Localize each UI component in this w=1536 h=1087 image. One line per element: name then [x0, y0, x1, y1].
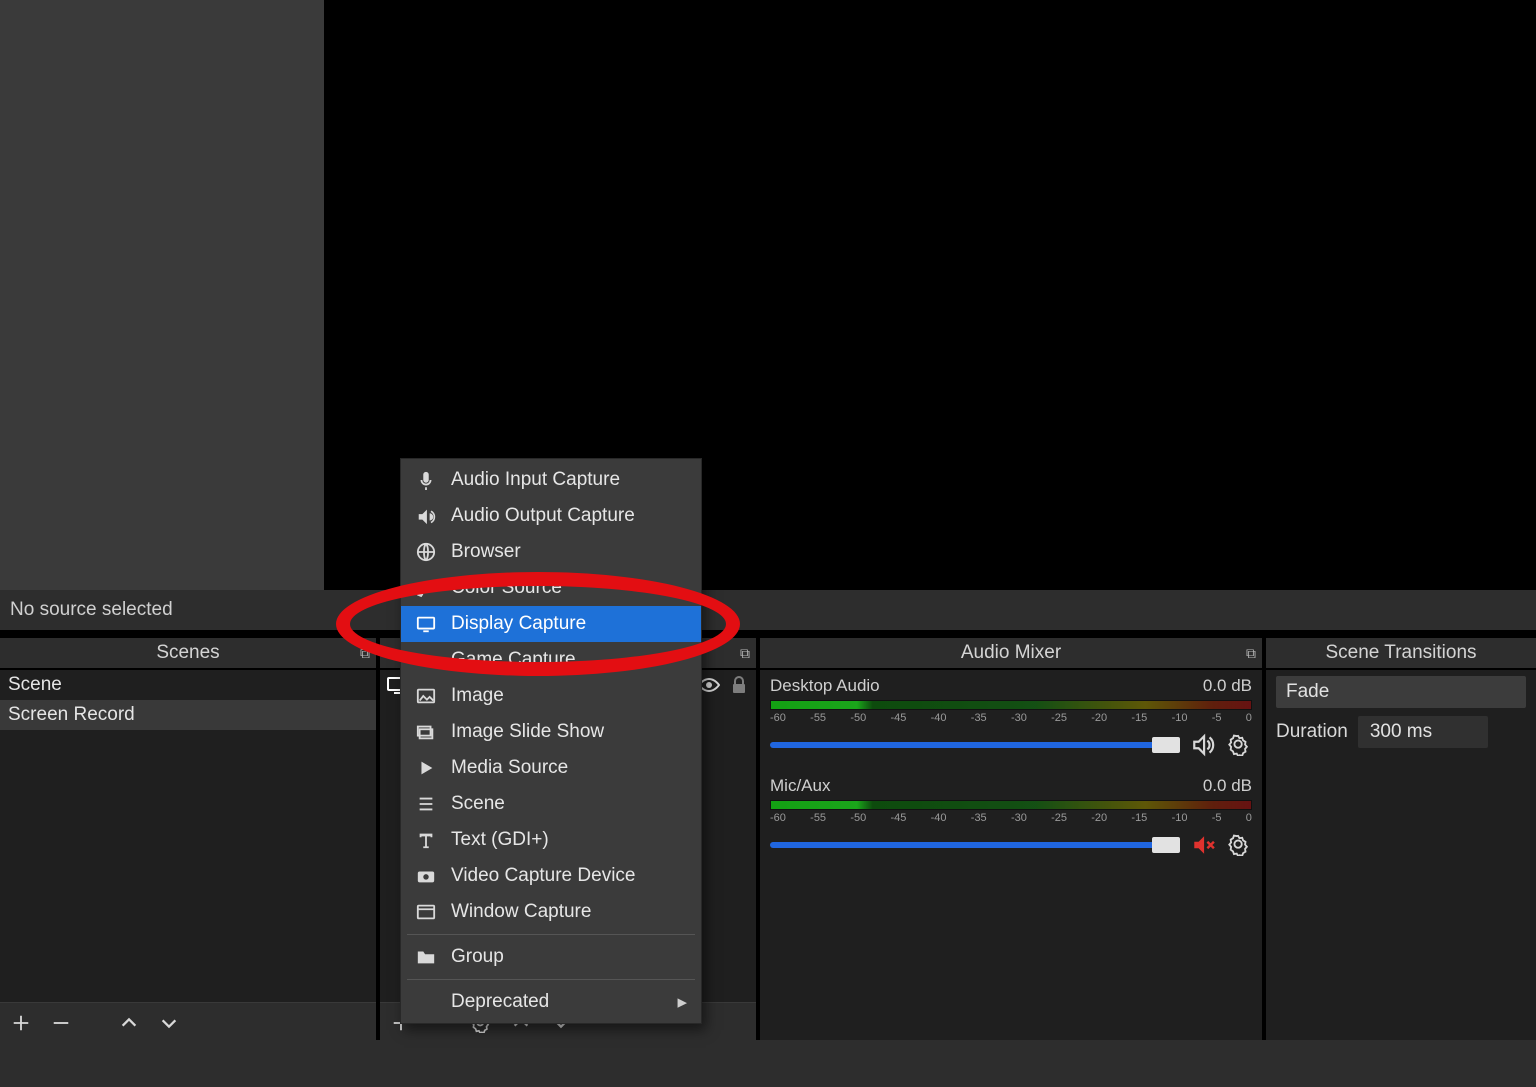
- menu-item-picture[interactable]: Image: [401, 678, 701, 714]
- monitor-icon: [415, 613, 437, 635]
- menu-item-label: Image Slide Show: [451, 721, 604, 743]
- scenes-panel: Scene Screen Record: [0, 670, 376, 1040]
- globe-icon: [415, 541, 437, 563]
- scene-transitions-panel-title: Scene Transitions: [1266, 638, 1536, 668]
- scenes-toolbar: [0, 1002, 376, 1042]
- scene-transitions-panel: Fade Duration 300 ms: [1266, 670, 1536, 1040]
- transition-select[interactable]: Fade: [1276, 676, 1526, 708]
- remove-scene-button[interactable]: [50, 1012, 72, 1034]
- popout-icon[interactable]: ⧉: [360, 645, 370, 662]
- camera-icon: [415, 865, 437, 887]
- move-scene-up-button[interactable]: [118, 1012, 140, 1034]
- menu-item-monitor[interactable]: Display Capture: [401, 606, 701, 642]
- list-icon: [415, 793, 437, 815]
- gear-icon[interactable]: [1226, 732, 1252, 758]
- mixer-channel-name: Desktop Audio: [770, 676, 880, 696]
- menu-item-speaker[interactable]: Audio Output Capture: [401, 498, 701, 534]
- menu-item-mic[interactable]: Audio Input Capture: [401, 462, 701, 498]
- menu-item-label: Media Source: [451, 757, 568, 779]
- menu-item-deprecated[interactable]: Deprecated ▸: [401, 984, 701, 1020]
- popout-icon[interactable]: ⧉: [1246, 645, 1256, 662]
- brush-icon: [415, 577, 437, 599]
- menu-item-brush[interactable]: Color Source: [401, 570, 701, 606]
- transition-duration-label: Duration: [1276, 721, 1348, 743]
- submenu-arrow-icon: ▸: [677, 991, 687, 1014]
- mixer-channel-level: 0.0 dB: [1203, 776, 1252, 796]
- mixer-meter: [770, 700, 1252, 710]
- mixer-ticks: -60-55-50-45-40-35-30-25-20-15-10-50: [770, 812, 1252, 824]
- preview-padding: [0, 0, 324, 590]
- mixer-channel-desktop: Desktop Audio 0.0 dB -60-55-50-45-40-35-…: [770, 676, 1252, 758]
- mute-icon[interactable]: [1190, 832, 1216, 858]
- add-scene-button[interactable]: [10, 1012, 32, 1034]
- status-bar: [0, 1040, 1536, 1087]
- mic-icon: [415, 469, 437, 491]
- menu-item-label: Display Capture: [451, 613, 586, 635]
- mixer-ticks: -60-55-50-45-40-35-30-25-20-15-10-50: [770, 712, 1252, 724]
- speaker-icon: [415, 505, 437, 527]
- menu-item-label: Browser: [451, 541, 521, 563]
- menu-item-label: Game Capture: [451, 649, 576, 671]
- menu-item-stack[interactable]: Image Slide Show: [401, 714, 701, 750]
- audio-mixer-panel-title: Audio Mixer ⧉: [760, 638, 1262, 668]
- menu-item-group[interactable]: Group: [401, 939, 701, 975]
- menu-item-label: Video Capture Device: [451, 865, 635, 887]
- gear-icon[interactable]: [1226, 832, 1252, 858]
- mixer-volume-slider[interactable]: [770, 842, 1180, 848]
- scene-item[interactable]: Scene: [0, 670, 376, 700]
- menu-item-play[interactable]: Media Source: [401, 750, 701, 786]
- menu-item-label: Audio Input Capture: [451, 469, 620, 491]
- menu-item-label: Text (GDI+): [451, 829, 549, 851]
- menu-separator: [407, 934, 695, 935]
- move-scene-down-button[interactable]: [158, 1012, 180, 1034]
- menu-item-label: Audio Output Capture: [451, 505, 635, 527]
- audio-mixer-panel: Desktop Audio 0.0 dB -60-55-50-45-40-35-…: [760, 670, 1262, 1040]
- menu-item-label: Window Capture: [451, 901, 591, 923]
- menu-item-camera[interactable]: Video Capture Device: [401, 858, 701, 894]
- preview-canvas[interactable]: [0, 0, 1536, 590]
- menu-item-label: Color Source: [451, 577, 562, 599]
- picture-icon: [415, 685, 437, 707]
- popout-icon[interactable]: ⧉: [740, 645, 750, 662]
- folder-icon: [415, 946, 437, 968]
- menu-item-text[interactable]: Text (GDI+): [401, 822, 701, 858]
- menu-item-label: Scene: [451, 793, 505, 815]
- no-source-label: No source selected: [10, 599, 173, 621]
- window-icon: [415, 901, 437, 923]
- play-icon: [415, 757, 437, 779]
- transition-duration-field[interactable]: 300 ms: [1358, 716, 1488, 748]
- menu-item-list[interactable]: Scene: [401, 786, 701, 822]
- mixer-channel-name: Mic/Aux: [770, 776, 830, 796]
- scene-item[interactable]: Screen Record: [0, 700, 376, 730]
- menu-item-label: Image: [451, 685, 504, 707]
- gamepad-icon: [415, 649, 437, 671]
- menu-separator: [407, 979, 695, 980]
- source-properties-strip: No source selected: [0, 590, 1536, 630]
- menu-item-gamepad[interactable]: Game Capture: [401, 642, 701, 678]
- volume-icon[interactable]: [1190, 732, 1216, 758]
- mixer-channel-mic: Mic/Aux 0.0 dB -60-55-50-45-40-35-30-25-…: [770, 776, 1252, 858]
- menu-item-globe[interactable]: Browser: [401, 534, 701, 570]
- add-source-context-menu: Audio Input Capture Audio Output Capture B…: [400, 458, 702, 1024]
- mixer-meter: [770, 800, 1252, 810]
- mixer-channel-level: 0.0 dB: [1203, 676, 1252, 696]
- mixer-volume-slider[interactable]: [770, 742, 1180, 748]
- scenes-panel-title: Scenes ⧉: [0, 638, 376, 668]
- stack-icon: [415, 721, 437, 743]
- lock-toggle-icon[interactable]: [728, 674, 750, 696]
- menu-item-window[interactable]: Window Capture: [401, 894, 701, 930]
- text-icon: [415, 829, 437, 851]
